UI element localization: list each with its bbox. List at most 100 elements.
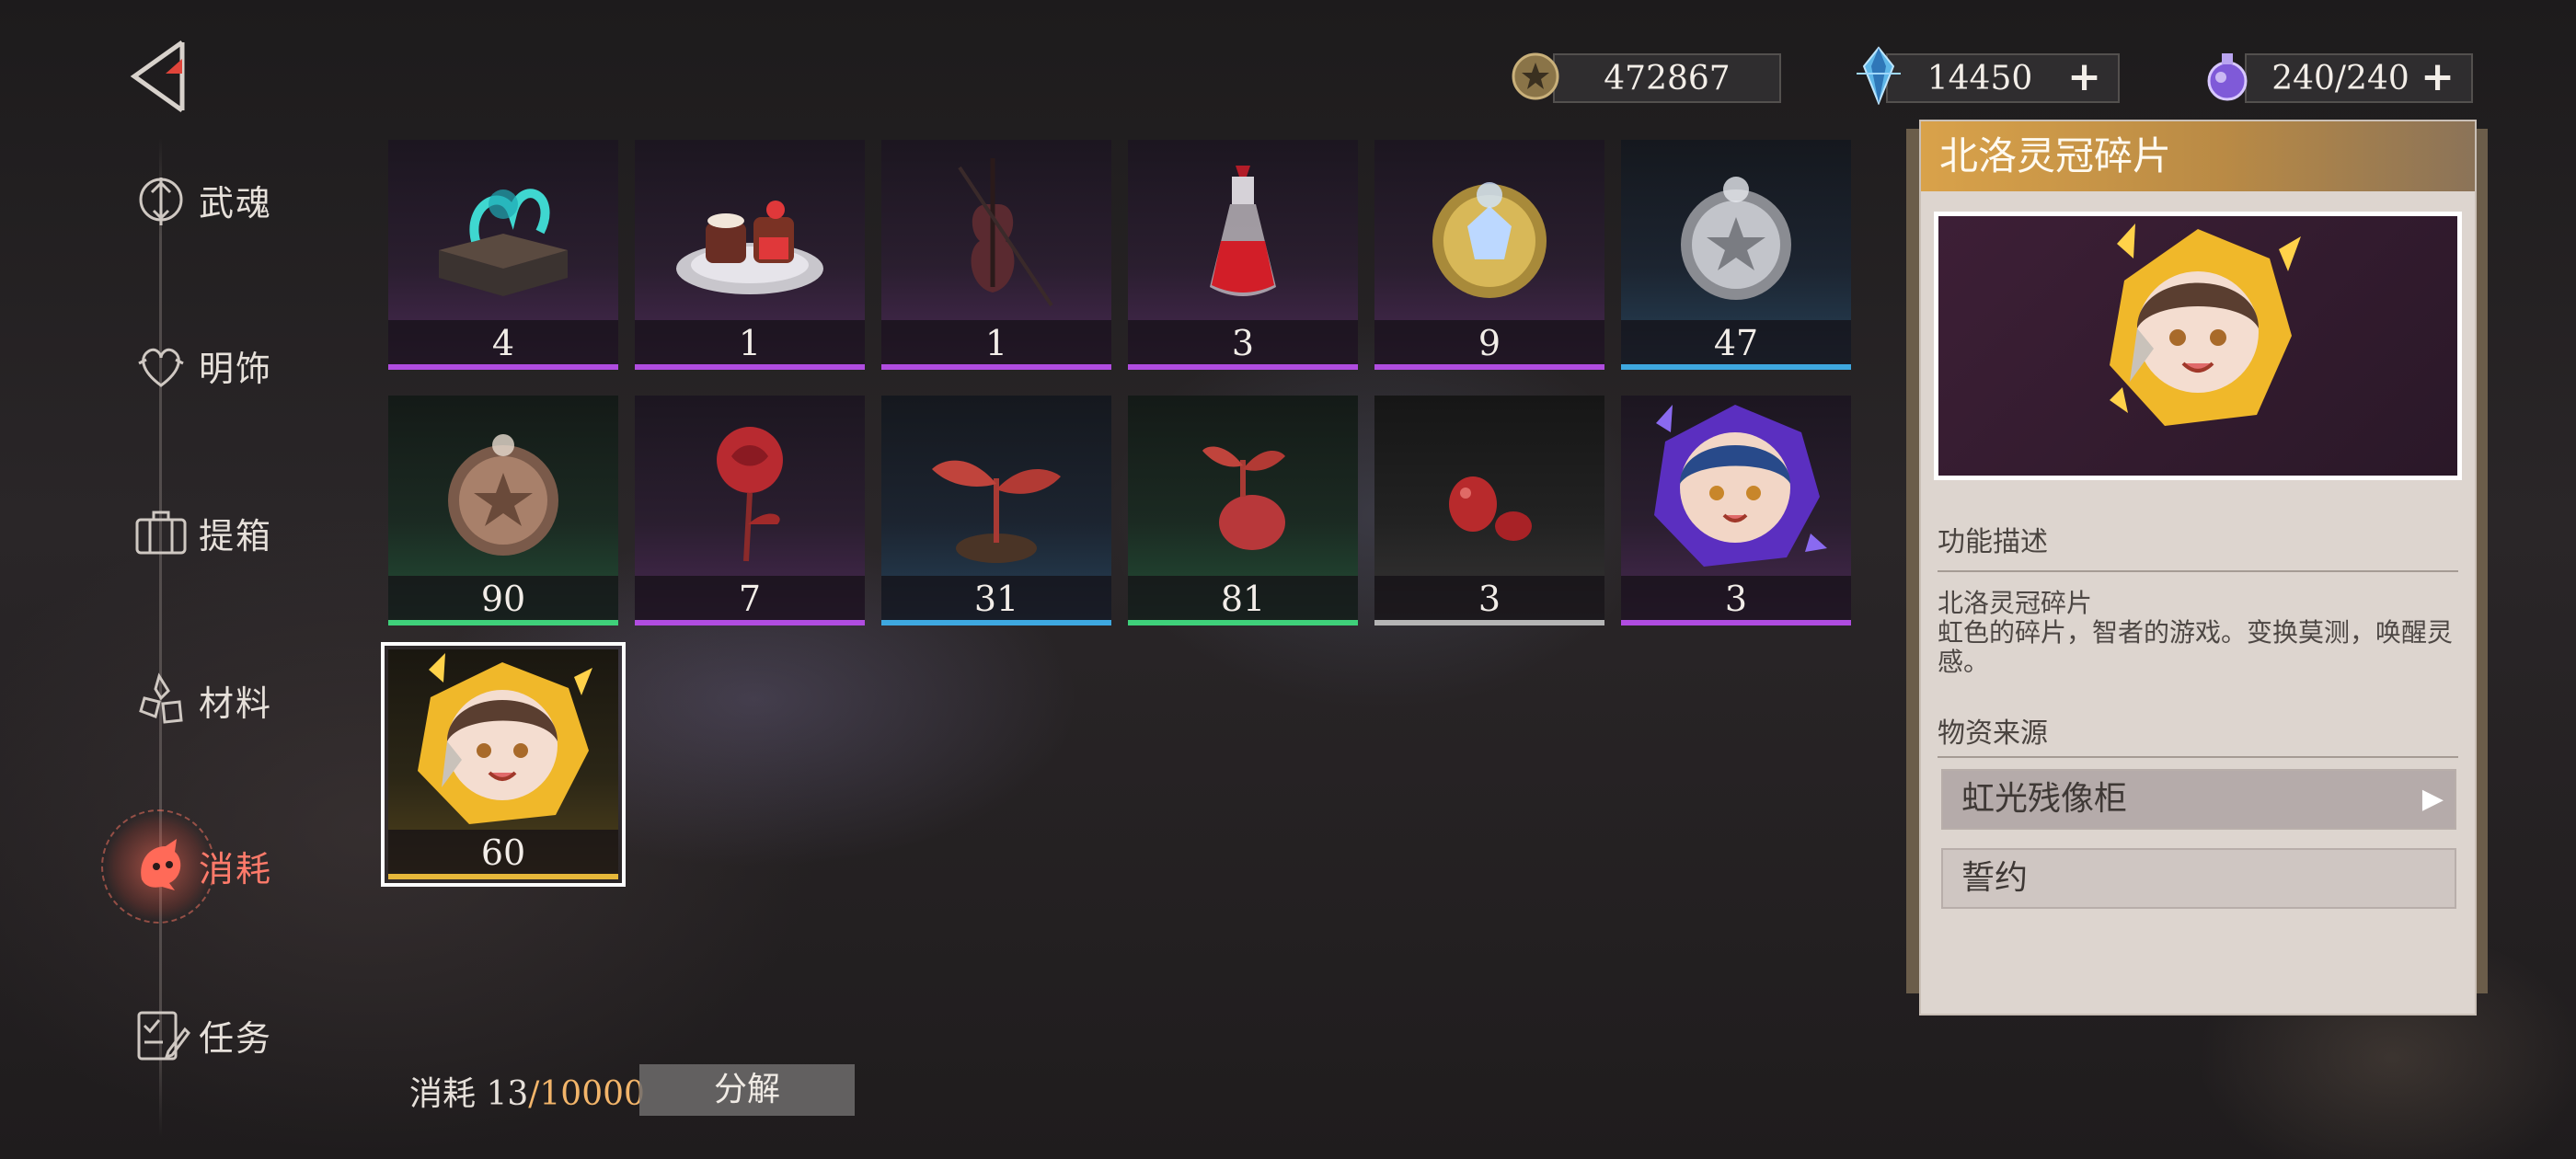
rarity-bar xyxy=(388,874,618,879)
item-count: 3 xyxy=(1128,320,1358,364)
item-count: 9 xyxy=(1374,320,1604,364)
sidebar-item-label: 任务 xyxy=(199,1017,273,1059)
detail-title: 北洛灵冠碎片 xyxy=(1921,121,2475,191)
red-rose-icon xyxy=(717,427,783,562)
coin-value: 472867 xyxy=(1604,59,1731,98)
item-slot[interactable]: 81 xyxy=(1128,396,1358,625)
violin-icon xyxy=(958,158,1053,307)
sidebar-item-label: 提箱 xyxy=(199,515,273,557)
item-count: 90 xyxy=(388,576,618,620)
back-button[interactable] xyxy=(129,37,193,116)
character-shard-gold-icon xyxy=(418,653,592,824)
item-count: 47 xyxy=(1621,320,1851,364)
item-count: 3 xyxy=(1374,576,1604,620)
capacity-max: /10000 xyxy=(528,1075,645,1113)
detail-panel: 北洛灵冠碎片 功能描述 北洛灵冠碎片 虹色的碎片，智者的游戏。变换莫测，唤醒灵感… xyxy=(1919,120,2477,1016)
item-count: 31 xyxy=(881,576,1111,620)
spirit-icon xyxy=(129,167,193,232)
stamina-potion-icon xyxy=(2207,53,2248,101)
crystal-value: 14450 xyxy=(1926,59,2033,98)
capacity-counter: 消耗 13/10000 xyxy=(409,1067,645,1115)
item-slot-selected[interactable]: 60 xyxy=(381,642,626,887)
coin-icon xyxy=(1512,52,1559,100)
red-seed-sprout-icon xyxy=(1202,446,1285,550)
item-slot[interactable]: 3 xyxy=(1128,140,1358,370)
item-count: 7 xyxy=(635,576,865,620)
character-shard-blue-icon xyxy=(1654,405,1827,567)
source-rainbow-cabinet[interactable]: 虹光残像柜 ▶ xyxy=(1941,769,2456,830)
red-potion-icon xyxy=(1210,166,1276,296)
item-slot[interactable]: 3 xyxy=(1374,396,1604,625)
item-count: 3 xyxy=(1621,576,1851,620)
rarity-bar xyxy=(1621,364,1851,370)
crystal-plus-button[interactable]: + xyxy=(2067,55,2101,99)
rarity-bar xyxy=(388,364,618,370)
rarity-bar xyxy=(881,364,1111,370)
consumable-icon xyxy=(129,833,193,898)
item-slot[interactable]: 3 xyxy=(1621,396,1851,625)
gold-medal-icon xyxy=(1432,182,1547,298)
sidebar-item-consumable[interactable]: 消耗 xyxy=(129,824,272,907)
item-count: 1 xyxy=(881,320,1111,364)
sidebar-item-spirit[interactable]: 武魂 xyxy=(129,158,272,241)
sidebar-item-label: 消耗 xyxy=(199,848,273,889)
source-label: 誓约 xyxy=(1961,859,2029,897)
cake-plate-icon xyxy=(676,201,823,294)
stamina-value: 240/240 xyxy=(2271,59,2409,98)
back-arrow-icon xyxy=(130,40,185,113)
item-count: 60 xyxy=(388,830,618,874)
description-text: 虹色的碎片，智者的游戏。变换莫测，唤醒灵感。 xyxy=(1938,617,2454,677)
task-icon xyxy=(129,1003,193,1067)
sidebar-item-label: 武魂 xyxy=(199,182,273,224)
rarity-bar xyxy=(635,364,865,370)
item-slot[interactable]: 1 xyxy=(881,140,1111,370)
sidebar-item-ornament[interactable]: 明饰 xyxy=(129,324,272,407)
item-count: 81 xyxy=(1128,576,1358,620)
source-heading: 物资来源 xyxy=(1938,717,2048,750)
red-sprout-icon xyxy=(932,460,1061,563)
item-slot[interactable]: 31 xyxy=(881,396,1111,625)
rarity-bar xyxy=(635,620,865,625)
rarity-bar xyxy=(1128,620,1358,625)
sidebar-item-suitcase[interactable]: 提箱 xyxy=(129,491,272,574)
function-heading: 功能描述 xyxy=(1938,526,2048,558)
rarity-bar xyxy=(388,620,618,625)
source-oath[interactable]: 誓约 xyxy=(1941,848,2456,909)
description-name: 北洛灵冠碎片 xyxy=(1938,588,2093,618)
character-shard-gold-icon xyxy=(2110,224,2301,426)
item-description: 北洛灵冠碎片 虹色的碎片，智者的游戏。变换莫测，唤醒灵感。 xyxy=(1938,589,2458,677)
sidebar-item-label: 材料 xyxy=(199,683,273,724)
rarity-bar xyxy=(1621,620,1851,625)
stamina-plus-button[interactable]: + xyxy=(2421,55,2455,99)
material-icon xyxy=(129,668,193,732)
divider xyxy=(1938,756,2458,758)
divider xyxy=(1938,570,2458,572)
heart-ornament-icon xyxy=(129,333,193,397)
arrow-right-icon: ▶ xyxy=(2421,783,2444,815)
rarity-bar xyxy=(1128,364,1358,370)
crystal-counter: 14450 + xyxy=(1886,53,2120,103)
source-label: 虹光残像柜 xyxy=(1961,780,2128,818)
sidebar-item-label: 明饰 xyxy=(199,348,273,389)
sidebar-item-material[interactable]: 材料 xyxy=(129,659,272,741)
detail-item-image xyxy=(1934,212,2462,480)
red-beans-icon xyxy=(1449,476,1532,541)
sidebar-item-task[interactable]: 任务 xyxy=(129,993,272,1076)
coin-counter: 472867 xyxy=(1553,53,1781,103)
item-slot[interactable]: 90 xyxy=(388,396,618,625)
rarity-bar xyxy=(1374,620,1604,625)
item-slot[interactable]: 47 xyxy=(1621,140,1851,370)
item-slot[interactable]: 1 xyxy=(635,140,865,370)
rarity-bar xyxy=(1374,364,1604,370)
suitcase-icon xyxy=(129,500,193,565)
item-slot[interactable]: 9 xyxy=(1374,140,1604,370)
silver-medal-icon xyxy=(1681,177,1791,300)
spellbook-icon xyxy=(439,189,568,296)
capacity-label: 消耗 13 xyxy=(409,1075,529,1113)
decompose-button[interactable]: 分解 xyxy=(639,1064,855,1116)
crystal-icon xyxy=(1857,46,1901,105)
item-slot[interactable]: 4 xyxy=(388,140,618,370)
stamina-counter: 240/240 + xyxy=(2245,53,2473,103)
bronze-medal-icon xyxy=(448,434,558,556)
item-slot[interactable]: 7 xyxy=(635,396,865,625)
